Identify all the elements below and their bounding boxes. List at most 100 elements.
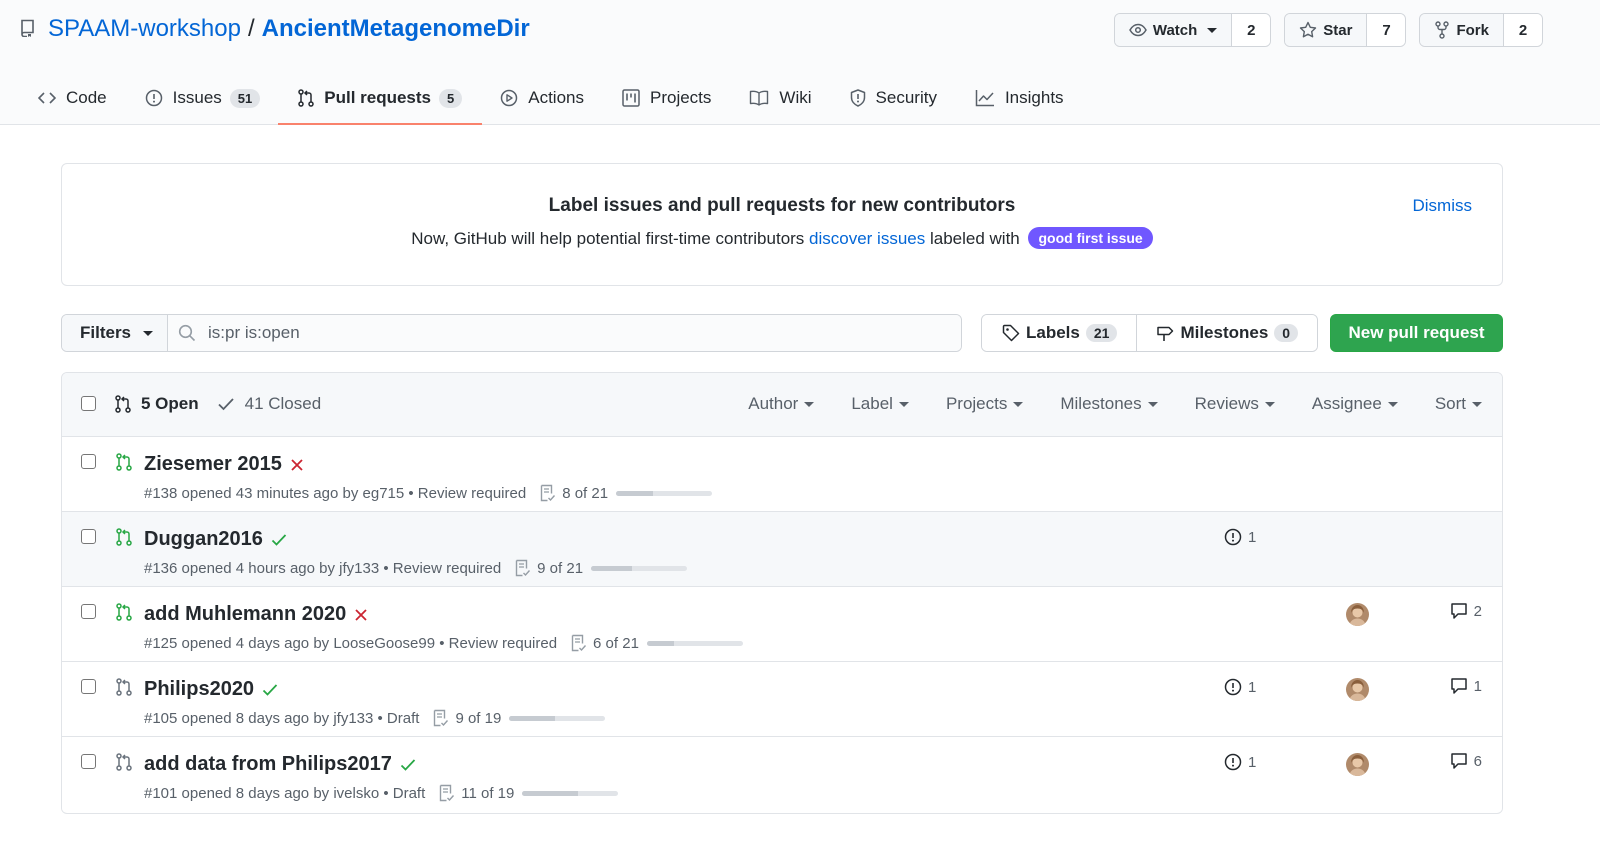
issue-icon (1224, 753, 1242, 771)
task-progress-fill (591, 565, 633, 571)
tab-issues[interactable]: Issues 51 (145, 72, 261, 124)
pull-request-icon (298, 89, 314, 107)
star-button[interactable]: Star (1285, 14, 1368, 46)
pull-request-row: add data from Philips2017 #101 opened 8 … (62, 737, 1502, 812)
comments-link[interactable]: 6 (1450, 752, 1482, 770)
author-filter[interactable]: Author (748, 394, 815, 414)
label-filter[interactable]: Label (851, 394, 909, 414)
check-icon[interactable] (262, 683, 278, 697)
project-icon (622, 89, 640, 107)
milestones-filter[interactable]: Milestones (1060, 394, 1158, 414)
comments-count: 2 (1473, 602, 1482, 620)
good-first-issue-label[interactable]: good first issue (1028, 227, 1153, 249)
linked-issues[interactable]: 1 (1224, 753, 1256, 771)
chevron-down-icon (1472, 401, 1482, 407)
pull-request-title[interactable]: Philips2020 (144, 678, 278, 701)
task-progress-fill (522, 790, 578, 796)
labels-button[interactable]: Labels 21 (982, 315, 1138, 351)
tab-projects[interactable]: Projects (622, 72, 711, 124)
issue-icon (1224, 678, 1242, 696)
x-icon[interactable] (290, 458, 304, 472)
pull-request-meta-text: #101 opened 8 days ago by ivelsko • Draf… (144, 784, 426, 802)
star-icon (1300, 21, 1317, 38)
milestones-button[interactable]: Milestones 0 (1137, 315, 1318, 351)
repo-nav: Code Issues 51 Pull requests 5 Actions P… (38, 72, 1102, 125)
reviews-filter[interactable]: Reviews (1195, 394, 1275, 414)
pull-request-title[interactable]: add Muhlemann 2020 (144, 603, 368, 626)
assignee-filter[interactable]: Assignee (1312, 394, 1398, 414)
tab-insights-label: Insights (1004, 88, 1064, 107)
banner-desc-pre: Now, GitHub will help potential first-ti… (411, 229, 810, 248)
task-progress: 11 of 19 (439, 784, 619, 802)
eye-icon (1128, 23, 1147, 37)
pull-request-meta: #105 opened 8 days ago by jfy133 • Draft… (144, 709, 606, 727)
pull-request-title[interactable]: add data from Philips2017 (144, 753, 416, 776)
pull-request-draft-icon (116, 678, 132, 696)
tab-pull-requests[interactable]: Pull requests 5 (278, 72, 483, 125)
avatar[interactable] (1346, 678, 1369, 701)
task-progress-bar (646, 640, 743, 646)
tab-security[interactable]: Security (850, 72, 937, 124)
watch-label: Watch (1152, 21, 1198, 39)
tab-code-label: Code (66, 88, 107, 107)
sort-filter[interactable]: Sort (1435, 394, 1482, 414)
tab-wiki[interactable]: Wiki (749, 72, 812, 124)
pull-request-open-icon (116, 453, 132, 471)
avatar[interactable] (1346, 603, 1369, 626)
issue-icon (145, 89, 162, 107)
reviews-filter-label: Reviews (1194, 394, 1259, 413)
pull-request-icon (115, 395, 131, 413)
x-icon[interactable] (354, 608, 368, 622)
state-toggles: 5 Open 41 Closed (115, 394, 321, 414)
open-filter[interactable]: 5 Open (115, 394, 199, 414)
label-filter-label: Label (851, 394, 893, 413)
linked-issues[interactable]: 1 (1224, 678, 1256, 696)
linked-issues[interactable]: 1 (1224, 528, 1256, 546)
row-checkbox[interactable] (81, 529, 96, 544)
pull-request-title[interactable]: Ziesemer 2015 (144, 453, 304, 476)
tab-insights[interactable]: Insights (975, 72, 1064, 124)
fork-button[interactable]: Fork (1420, 14, 1504, 46)
avatar[interactable] (1346, 753, 1369, 776)
repo-name-link[interactable]: AncientMetagenomeDir (262, 15, 530, 43)
filters-button[interactable]: Filters (62, 315, 168, 351)
row-checkbox[interactable] (81, 754, 96, 769)
fork-count[interactable]: 2 (1504, 14, 1542, 46)
pull-request-title[interactable]: Duggan2016 (144, 528, 287, 551)
discover-issues-link[interactable]: discover issues (809, 229, 925, 248)
check-icon[interactable] (271, 533, 287, 547)
tab-actions[interactable]: Actions (500, 72, 584, 124)
chevron-down-icon (1207, 27, 1218, 33)
pull-request-meta-text: #138 opened 43 minutes ago by eg715 • Re… (144, 484, 527, 502)
tab-issues-label: Issues (172, 88, 222, 107)
projects-filter[interactable]: Projects (946, 394, 1024, 414)
select-all-checkbox[interactable] (81, 396, 96, 411)
check-icon[interactable] (400, 758, 416, 772)
star-count[interactable]: 7 (1367, 14, 1406, 46)
tab-security-label: Security (875, 88, 937, 107)
chevron-down-icon (898, 401, 909, 407)
row-checkbox[interactable] (81, 679, 96, 694)
repo-title: SPAAM-workshop / AncientMetagenomeDir (20, 14, 530, 44)
checklist-icon (434, 709, 449, 727)
watch-button[interactable]: Watch (1114, 14, 1233, 46)
chevron-down-icon (1147, 401, 1158, 407)
row-checkbox[interactable] (81, 604, 96, 619)
row-checkbox[interactable] (81, 454, 96, 469)
dismiss-button[interactable]: Dismiss (1413, 196, 1473, 216)
new-pull-request-button[interactable]: New pull request (1330, 314, 1503, 352)
closed-filter[interactable]: 41 Closed (217, 394, 321, 414)
tab-code[interactable]: Code (38, 72, 107, 124)
repo-owner-link[interactable]: SPAAM-workshop (48, 15, 241, 43)
labels-milestones-group: Labels 21 Milestones 0 (981, 314, 1319, 352)
pull-requests-counter: 5 (439, 88, 463, 108)
task-progress-bar (509, 715, 606, 721)
watch-count[interactable]: 2 (1232, 14, 1271, 46)
issue-icon (1224, 528, 1242, 546)
milestone-icon (1157, 326, 1174, 341)
watch-button-group: Watch 2 (1113, 13, 1272, 47)
comments-link[interactable]: 1 (1450, 677, 1482, 695)
comments-link[interactable]: 2 (1450, 602, 1482, 620)
search-input[interactable] (208, 323, 908, 343)
task-progress-fill (509, 715, 555, 721)
